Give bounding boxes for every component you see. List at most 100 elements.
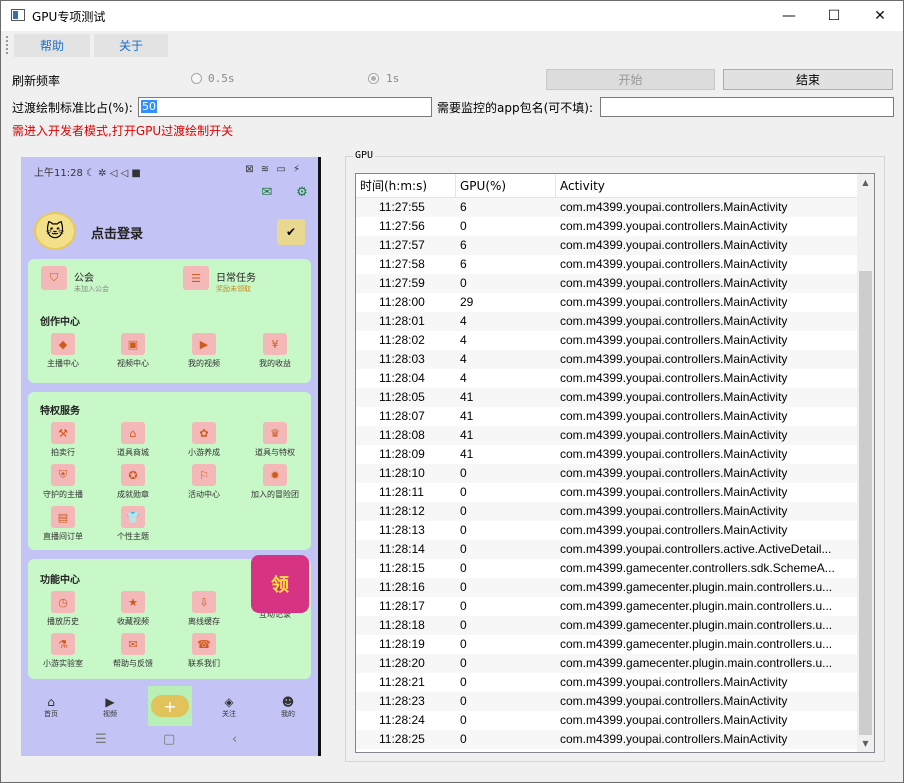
title-bar: GPU专项测试 — ☐ ✕ (1, 1, 903, 31)
table-row[interactable]: 11:28:12 0 com.m4399.youpai.controllers.Ma… (356, 502, 858, 521)
radio-0-5s[interactable] (191, 73, 202, 84)
func-item-5: ⚗ 小游实验室 (34, 633, 92, 669)
overdraw-label: 过渡绘制标准比占(%): (12, 101, 133, 115)
header-activity[interactable]: Activity (556, 174, 858, 198)
table-row[interactable]: 11:27:57 6 com.m4399.youpai.controllers.Ma… (356, 236, 858, 255)
header-gpu[interactable]: GPU(%) (456, 174, 556, 198)
table-row[interactable]: 11:28:20 0 com.m4399.gamecenter.plugin.mai… (356, 654, 858, 673)
package-input[interactable] (600, 97, 894, 117)
priv-label-7: 活动中心 (188, 490, 220, 499)
func-item-7: ☎ 联系我们 (175, 633, 233, 669)
help-menu[interactable]: 帮助 (14, 34, 90, 57)
cell-activity: com.m4399.youpai.controllers.MainActivit… (560, 732, 788, 746)
table-row[interactable]: 11:28:24 0 com.m4399.youpai.controllers.Ma… (356, 711, 858, 730)
cell-activity: com.m4399.youpai.controllers.MainActivit… (560, 295, 788, 309)
priv-item-3: ✿ 小游养成 (175, 422, 233, 458)
table-row[interactable]: 11:28:08 41 com.m4399.youpai.controllers.M… (356, 426, 858, 445)
cell-gpu: 0 (460, 694, 467, 708)
cell-activity: com.m4399.youpai.controllers.active.Acti… (560, 542, 832, 556)
table-row[interactable]: 11:28:10 0 com.m4399.youpai.controllers.Ma… (356, 464, 858, 483)
cell-gpu: 0 (460, 219, 467, 233)
menu-bar: 帮助 关于 (1, 32, 903, 58)
minimize-button[interactable]: — (766, 1, 812, 31)
overdraw-input[interactable]: 50 (138, 97, 432, 117)
close-button[interactable]: ✕ (857, 1, 903, 31)
cell-time: 11:27:57 (379, 238, 425, 252)
table-row[interactable]: 11:28:11 0 com.m4399.youpai.controllers.Ma… (356, 483, 858, 502)
maximize-button[interactable]: ☐ (811, 1, 857, 31)
table-row[interactable]: 11:27:59 0 com.m4399.youpai.controllers.Ma… (356, 274, 858, 293)
cell-gpu: 4 (460, 314, 467, 328)
priv-item-5: ⛨ 守护的主播 (34, 464, 92, 500)
cell-activity: com.m4399.youpai.controllers.MainActivit… (560, 352, 788, 366)
table-row[interactable]: 11:28:19 0 com.m4399.gamecenter.plugin.mai… (356, 635, 858, 654)
cell-activity: com.m4399.youpai.controllers.MainActivit… (560, 219, 788, 233)
cell-time: 11:28:05 (379, 390, 425, 404)
auction-icon: ⚒ (51, 422, 75, 444)
cell-activity: com.m4399.youpai.controllers.MainActivit… (560, 257, 788, 271)
favorite-icon: ★ (121, 591, 145, 613)
cell-gpu: 6 (460, 257, 467, 271)
warning-text: 需进入开发者模式,打开GPU过渡绘制开关 (12, 124, 234, 138)
help-icon: ✉ (121, 633, 145, 655)
table-row[interactable]: 11:28:00 29 com.m4399.youpai.controllers.M… (356, 293, 858, 312)
table-row[interactable]: 11:27:55 6 com.m4399.youpai.controllers.Ma… (356, 198, 858, 217)
table-row[interactable]: 11:28:02 4 com.m4399.youpai.controllers.Ma… (356, 331, 858, 350)
start-button[interactable]: 开始 (546, 69, 715, 90)
radio-1s[interactable] (368, 73, 379, 84)
table-row[interactable]: 11:28:13 0 com.m4399.youpai.controllers.Ma… (356, 521, 858, 540)
table-row[interactable]: 11:28:04 4 com.m4399.youpai.controllers.Ma… (356, 369, 858, 388)
table-row[interactable]: 11:28:21 0 com.m4399.youpai.controllers.Ma… (356, 673, 858, 692)
table-row[interactable]: 11:28:03 4 com.m4399.youpai.controllers.Ma… (356, 350, 858, 369)
table-row[interactable]: 11:28:18 0 com.m4399.gamecenter.plugin.mai… (356, 616, 858, 635)
priv-item-1: ⚒ 拍卖行 (34, 422, 92, 458)
table-row[interactable]: 11:27:58 6 com.m4399.youpai.controllers.Ma… (356, 255, 858, 274)
guild-icon: ⛉ (41, 266, 67, 290)
table-row[interactable]: 11:28:01 4 com.m4399.youpai.controllers.Ma… (356, 312, 858, 331)
home-nav-icon: ▢ (163, 732, 176, 747)
table-row[interactable]: 11:27:56 0 com.m4399.youpai.controllers.Ma… (356, 217, 858, 236)
table-row[interactable]: 11:28:16 0 com.m4399.gamecenter.plugin.mai… (356, 578, 858, 597)
nav-video: ▶ 视频 (90, 695, 130, 719)
refresh-rate-label: 刷新频率 (12, 74, 61, 88)
promo-banner: 领 (251, 555, 309, 613)
table-row[interactable]: 11:28:09 41 com.m4399.youpai.controllers.M… (356, 445, 858, 464)
cell-activity: com.m4399.youpai.controllers.MainActivit… (560, 200, 788, 214)
app-icon (11, 9, 25, 21)
cell-time: 11:28:14 (379, 542, 425, 556)
header-time[interactable]: 时间(h:m:s) (356, 174, 456, 198)
scroll-up-icon[interactable]: ▲ (857, 174, 874, 191)
scroll-down-icon[interactable]: ▼ (857, 735, 874, 752)
income-icon: ¥ (263, 333, 287, 355)
end-button[interactable]: 结束 (723, 69, 893, 90)
privilege-icon: ♛ (263, 422, 287, 444)
table-row[interactable]: 11:28:05 41 com.m4399.youpai.controllers.M… (356, 388, 858, 407)
table-row[interactable]: 11:28:15 0 com.m4399.gamecenter.controller… (356, 559, 858, 578)
table-row[interactable]: 11:28:23 0 com.m4399.youpai.controllers.Ma… (356, 692, 858, 711)
func-label-1: 播放历史 (47, 617, 79, 626)
cell-time: 11:28:16 (379, 580, 425, 594)
guild-title: 公会 (74, 273, 94, 284)
cell-gpu: 41 (460, 409, 474, 423)
cell-time: 11:28:25 (379, 732, 425, 746)
table-row[interactable]: 11:28:25 0 com.m4399.youpai.controllers.Ma… (356, 730, 858, 749)
cell-activity: com.m4399.youpai.controllers.MainActivit… (560, 466, 788, 480)
vertical-scrollbar[interactable]: ▲ ▼ (857, 174, 874, 752)
priv-item-8: ✹ 加入的冒险团 (246, 464, 304, 500)
cell-gpu: 0 (460, 276, 467, 290)
table-row[interactable]: 11:28:07 41 com.m4399.youpai.controllers.M… (356, 407, 858, 426)
create-item-3: ▶ 我的视频 (175, 333, 233, 369)
gpu-table[interactable]: 时间(h:m:s) GPU(%) Activity 11:27:55 6 com.m… (355, 173, 875, 753)
table-row[interactable]: 11:28:14 0 com.m4399.youpai.controllers.ac… (356, 540, 858, 559)
cell-activity: com.m4399.youpai.controllers.MainActivit… (560, 694, 788, 708)
scroll-thumb[interactable] (859, 271, 872, 735)
cell-time: 11:27:58 (379, 257, 425, 271)
task-icon: ☰ (183, 266, 209, 290)
priv-label-5: 守护的主播 (43, 490, 83, 499)
plus-button: + (148, 686, 192, 726)
menu-nav-icon: ☰ (95, 732, 107, 747)
cell-time: 11:28:13 (379, 523, 425, 537)
about-menu[interactable]: 关于 (94, 34, 168, 57)
table-row[interactable]: 11:28:17 0 com.m4399.gamecenter.plugin.mai… (356, 597, 858, 616)
cell-time: 11:28:12 (379, 504, 425, 518)
